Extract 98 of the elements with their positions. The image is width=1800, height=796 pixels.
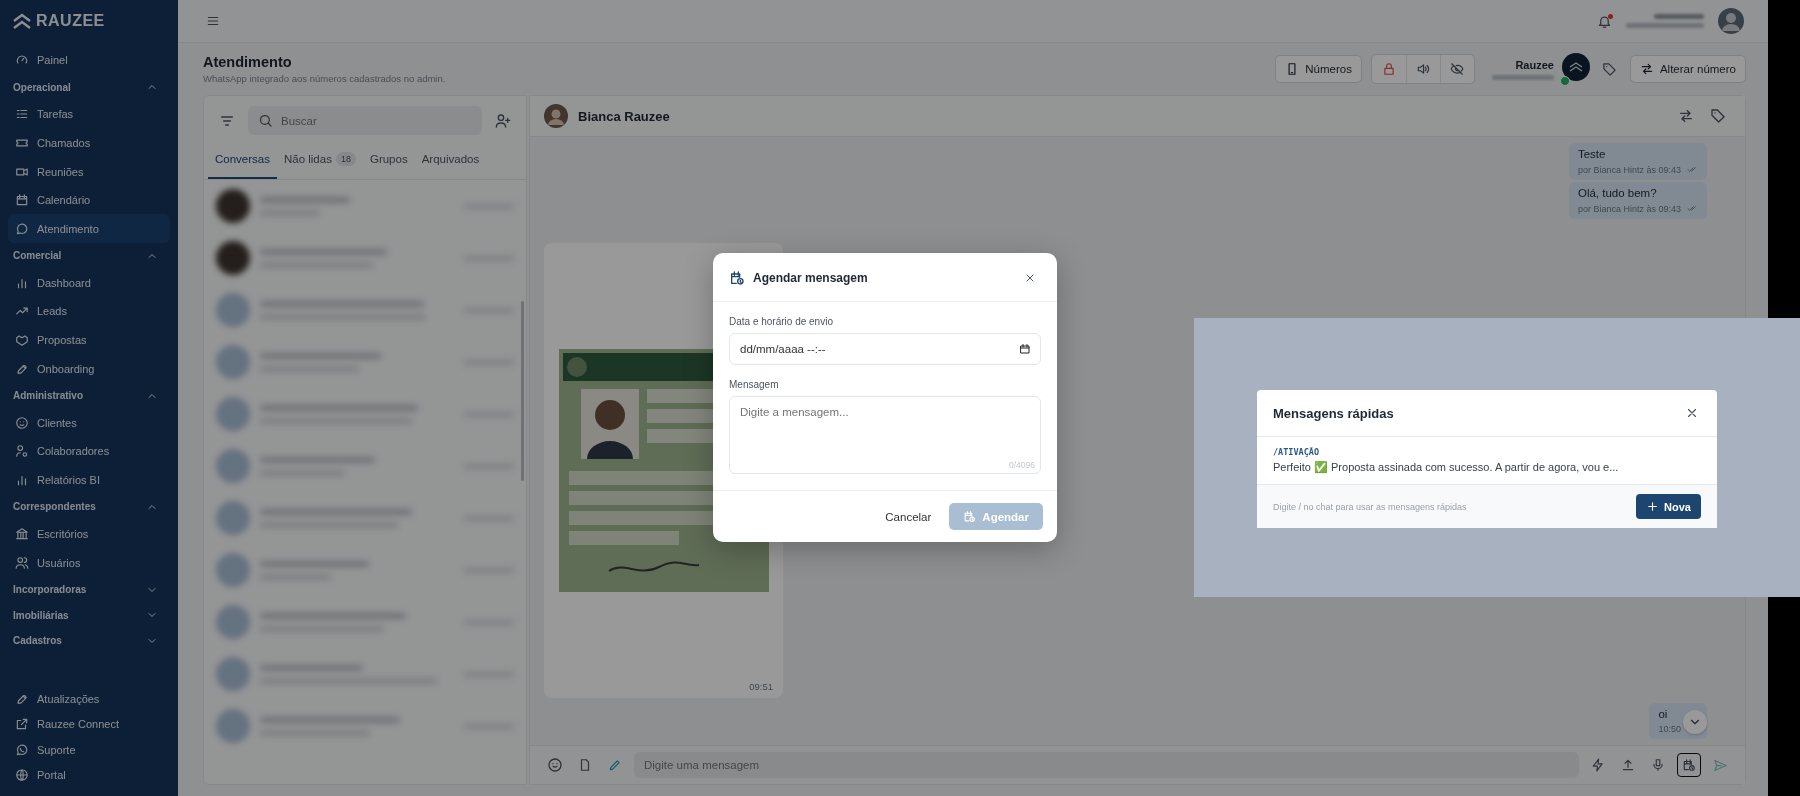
message-preview: Perfeito ✅ Proposta assinada com sucesso. A partir de agora, vou e... (1273, 461, 1620, 474)
smiley-icon (547, 757, 563, 773)
nav-item[interactable]: Chamados (8, 128, 170, 158)
nav-item[interactable]: Onboarding (8, 354, 170, 383)
pencil-icon (608, 758, 622, 772)
nav-item[interactable]: Leads (8, 297, 170, 326)
close-icon (1685, 406, 1699, 420)
nav-item[interactable]: Suporte (8, 737, 170, 763)
nav-item[interactable]: Colaboradores (8, 437, 170, 466)
nav-item[interactable]: Portal (8, 762, 170, 788)
nav-item[interactable]: Propostas (8, 325, 170, 355)
blurred-phone-number (1491, 74, 1554, 80)
user-plus-icon (495, 112, 511, 129)
plus-icon (1646, 500, 1660, 513)
shortcut-text: /ATIVAÇÃO (1273, 447, 1321, 457)
double-check-icon (1687, 164, 1698, 175)
change-number-button[interactable]: Alterar número (1629, 55, 1746, 83)
nav-item[interactable]: Tarefas (8, 100, 170, 129)
smiley-icon (15, 415, 29, 430)
send-icon (1712, 757, 1728, 773)
swap-icon (1678, 108, 1694, 124)
page-title: Atendimento (203, 54, 293, 70)
eye-off-icon (1450, 62, 1465, 76)
users-icon (15, 555, 29, 570)
dialog-title: Agendar mensagem (753, 271, 868, 285)
calendar-icon (1019, 343, 1031, 355)
contact-avatar (544, 104, 568, 128)
tab[interactable]: Não lidas 18 (276, 143, 363, 179)
bell-icon (1597, 13, 1612, 29)
nav-item[interactable]: Reuniões (8, 157, 170, 186)
lock-icon (1381, 62, 1396, 76)
upload-icon (1621, 758, 1635, 772)
speaker-icon (1416, 62, 1431, 76)
nav-item[interactable]: Painel (8, 46, 170, 75)
field-label: Data e horário de envio (729, 316, 834, 327)
nav-section[interactable]: Correspondentes (8, 494, 170, 520)
search-field[interactable]: Buscar (248, 106, 482, 135)
nav-section[interactable]: Cadastros (8, 627, 170, 654)
field-label: Mensagem (729, 379, 780, 390)
nav-item[interactable]: Atendimento (8, 214, 170, 244)
nav-item[interactable]: Rauzee Connect (8, 711, 170, 737)
nav-section[interactable]: Incorporadoras (8, 576, 170, 603)
message-time: 09:51 (749, 681, 773, 692)
tab[interactable]: Grupos (362, 143, 415, 179)
double-check-icon (1687, 203, 1698, 214)
nav-section[interactable]: Imobiliárias (8, 602, 170, 628)
cancel-button[interactable]: Cancelar (885, 510, 932, 523)
contact-name: Bianca Rauzee (578, 108, 670, 124)
lightning-icon (1591, 758, 1605, 772)
nav-item[interactable]: Usuários (8, 548, 170, 577)
tag-icon (1710, 108, 1726, 124)
calendar-clock-icon (963, 510, 977, 523)
search-icon (258, 113, 273, 128)
logo-icon (12, 12, 32, 30)
message-text: Olá, tudo bem? (1577, 187, 1658, 199)
globe-icon (15, 768, 29, 783)
bank-icon (15, 527, 29, 541)
user-gear-icon (15, 444, 29, 459)
date-time-field[interactable]: dd/mm/aaaa --:-- (729, 333, 1041, 365)
file-icon (578, 758, 592, 772)
nav-section[interactable]: Comercial (8, 243, 170, 269)
new-button[interactable]: Nova (1636, 494, 1701, 519)
page-subtitle: WhatsApp integrado aos números cadastrados no admin. (203, 73, 446, 84)
avatar[interactable] (1718, 8, 1744, 34)
nav-section[interactable]: Operacional (8, 74, 170, 101)
dialog-title: Mensagens rápidas (1273, 405, 1394, 421)
tab[interactable]: Conversas (208, 143, 277, 179)
count-badge: 18 (335, 152, 356, 166)
hint-text: Digite / no chat para usar as mensagens rápidas (1273, 501, 1467, 512)
schedule-button[interactable] (1677, 753, 1701, 777)
chat-bubble-icon (15, 221, 29, 236)
nav-item[interactable]: Relatórios BI (8, 465, 170, 495)
tab[interactable]: Arquivados (414, 143, 487, 179)
calendar-icon (15, 193, 29, 208)
calendar-clock-icon (1682, 758, 1696, 772)
logo-text: RAUZEE (36, 12, 105, 30)
account-logo (1561, 53, 1590, 81)
nav-item[interactable]: Atualizações (8, 686, 170, 712)
message-text: oi (1658, 708, 1669, 720)
message-text: Teste (1577, 148, 1607, 160)
nav-item[interactable]: Clientes (8, 408, 170, 438)
external-link-icon (15, 717, 29, 732)
nav-item[interactable]: Calendário (8, 185, 170, 215)
whatsapp-icon (15, 742, 29, 757)
close-icon (1024, 272, 1036, 284)
microphone-icon (1651, 758, 1665, 772)
nav-item[interactable]: Escritórios (8, 519, 170, 549)
nav-section[interactable]: Administrativo (8, 382, 170, 409)
numbers-button[interactable]: Números (1275, 55, 1362, 83)
message-input[interactable]: Digite uma mensagem (634, 752, 1579, 778)
calendar-clock-icon (729, 270, 745, 286)
ticket-icon (15, 136, 29, 150)
menu-icon (206, 14, 220, 28)
tag-icon (1602, 61, 1618, 77)
swap-icon (1639, 62, 1654, 76)
account-name: Rauzee (1515, 58, 1554, 71)
nav-item[interactable]: Dashboard (8, 268, 170, 298)
message-time: 10:50 (1658, 724, 1681, 734)
